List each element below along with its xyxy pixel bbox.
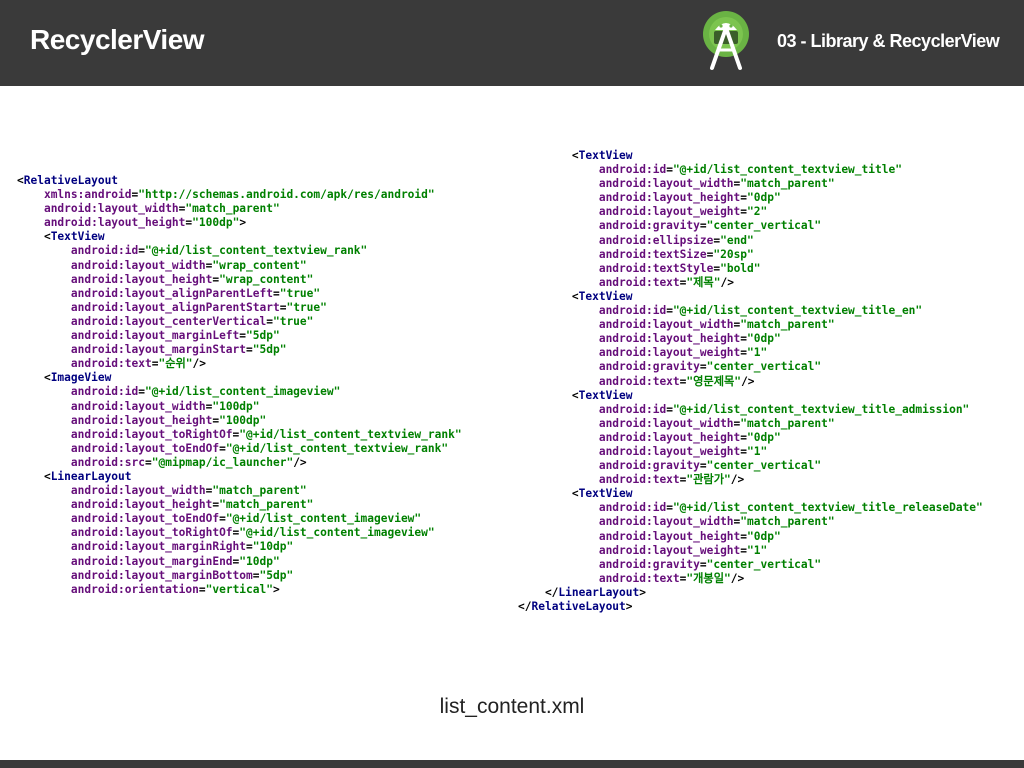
code-line: <ImageView xyxy=(17,371,112,385)
code-line: <TextView xyxy=(518,289,633,303)
code-line: android:text="제목"/> xyxy=(598,275,734,289)
code-line: android:layout_width="match_parent" xyxy=(70,484,307,498)
code-block-right: <TextView android:id="@+id/list_content_… xyxy=(518,149,983,614)
code-line: <RelativeLayout xyxy=(17,174,119,187)
slide-title: RecyclerView xyxy=(30,24,205,55)
code-line: <TextView xyxy=(518,388,633,402)
code-line: android:id="@+id/list_content_textview_r… xyxy=(70,244,368,258)
code-line: android:layout_marginStart="5dp" xyxy=(70,343,287,357)
code-line: android:layout_marginLeft="5dp" xyxy=(70,329,280,343)
slide-subtitle: 03 - Library & RecyclerView xyxy=(777,31,1000,51)
code-line: android:layout_toRightOf="@+id/list_cont… xyxy=(70,526,435,540)
code-line: android:layout_width="match_parent" xyxy=(598,416,835,430)
code-line: android:layout_toRightOf="@+id/list_cont… xyxy=(70,427,462,441)
code-line: android:layout_width="match_parent" xyxy=(598,515,835,529)
code-line: android:layout_weight="1" xyxy=(598,346,768,360)
code-line: android:layout_toEndOf="@+id/list_conten… xyxy=(70,512,422,526)
code-line: android:layout_alignParentStart="true" xyxy=(70,300,327,314)
code-line: android:text="순위"/> xyxy=(70,357,207,371)
code-line: android:layout_height="match_parent" xyxy=(70,498,314,512)
code-line: android:layout_height="wrap_content" xyxy=(70,272,314,286)
code-line: android:layout_marginEnd="10dp" xyxy=(70,554,280,568)
code-line: android:layout_width="match_parent" xyxy=(598,318,835,332)
slide-caption: list_content.xml xyxy=(439,695,585,718)
code-line: android:layout_marginBottom="5dp" xyxy=(70,568,294,582)
code-line: android:ellipsize="end" xyxy=(598,233,754,247)
code-line: android:text="관람가"/> xyxy=(598,473,745,487)
footer-bar xyxy=(0,760,1024,768)
code-line: android:layout_height="0dp" xyxy=(598,191,781,205)
code-line: android:layout_weight="1" xyxy=(598,543,768,557)
code-line: android:textStyle="bold" xyxy=(598,261,761,275)
code-line: android:layout_width="100dp" xyxy=(70,399,260,413)
code-line: android:id="@+id/list_content_textview_t… xyxy=(598,163,902,177)
android-studio-icon xyxy=(703,11,749,70)
code-line: android:layout_height="100dp" xyxy=(70,413,267,427)
code-line: android:layout_height="0dp" xyxy=(598,430,781,444)
code-line: android:layout_width="match_parent" xyxy=(598,177,835,191)
code-line: android:gravity="center_vertical" xyxy=(598,360,822,374)
code-line: android:gravity="center_vertical" xyxy=(598,557,822,571)
code-line: <TextView xyxy=(518,149,633,162)
code-line: android:layout_width="wrap_content" xyxy=(70,258,307,272)
code-line: android:gravity="center_vertical" xyxy=(598,459,822,473)
code-line: android:id="@+id/list_content_textview_t… xyxy=(598,501,983,515)
code-line: android:layout_centerVertical="true" xyxy=(70,314,314,328)
code-line: xmlns:android="http://schemas.android.co… xyxy=(43,188,435,202)
code-block-left: <RelativeLayout xmlns:android="http://sc… xyxy=(17,174,462,597)
code-line: android:textSize="20sp" xyxy=(598,247,754,261)
code-line: </RelativeLayout> xyxy=(518,600,633,613)
code-line: android:layout_weight="2" xyxy=(598,205,768,219)
code-line: android:layout_alignParentLeft="true" xyxy=(70,286,321,300)
code-line: android:id="@+id/list_content_textview_t… xyxy=(598,402,970,416)
code-line: android:text="영문제목"/> xyxy=(598,374,755,388)
code-line: android:text="개봉일"/> xyxy=(598,571,745,585)
code-line: android:layout_height="0dp" xyxy=(598,332,781,346)
code-line: android:gravity="center_vertical" xyxy=(598,219,822,233)
code-line: android:layout_marginRight="10dp" xyxy=(70,540,294,554)
code-line: android:layout_toEndOf="@+id/list_conten… xyxy=(70,441,449,455)
code-line: android:layout_width="match_parent" xyxy=(43,202,280,216)
code-line: android:layout_weight="1" xyxy=(598,444,768,458)
code-line: android:id="@+id/list_content_textview_t… xyxy=(598,304,923,318)
code-line: <LinearLayout xyxy=(17,469,132,483)
code-line: <TextView xyxy=(518,487,633,501)
code-line: android:layout_height="0dp" xyxy=(598,529,781,543)
code-line: android:layout_height="100dp"> xyxy=(43,216,247,230)
code-line: </LinearLayout> xyxy=(518,585,646,599)
code-line: android:orientation="vertical"> xyxy=(70,582,280,596)
code-line: android:src="@mipmap/ic_launcher"/> xyxy=(70,455,307,469)
code-line: android:id="@+id/list_content_imageview" xyxy=(70,385,341,399)
slide-header: RecyclerView 03 - Library & RecyclerView xyxy=(0,0,1024,86)
code-line: <TextView xyxy=(17,230,105,244)
